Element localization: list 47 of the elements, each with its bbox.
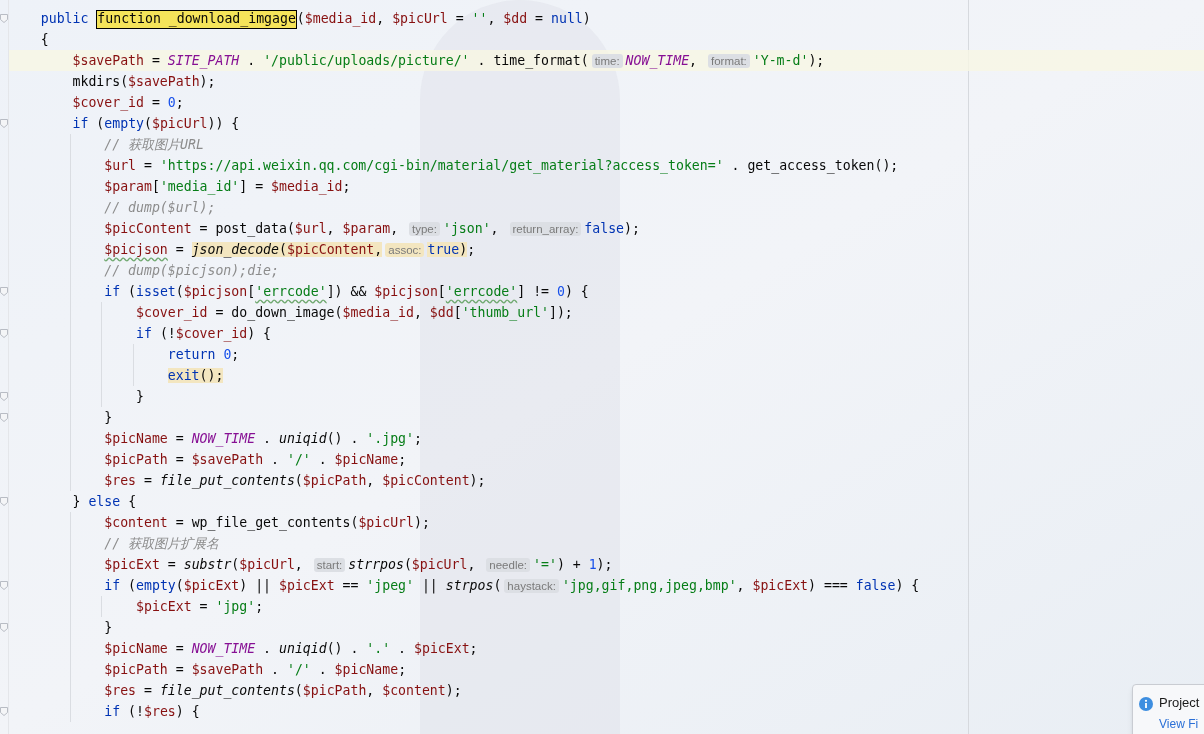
code-line: $picPath = $savePath . '/' . $picName; (103, 451, 407, 469)
code-line: $res = file_put_contents($picPath, $content); (103, 682, 462, 701)
code-line: } else { (71, 493, 137, 511)
fold-marker-icon[interactable] (0, 623, 8, 632)
code-line: $param['media_id'] = $media_id; (103, 178, 351, 197)
fold-marker-icon[interactable] (0, 413, 8, 422)
fold-marker-icon[interactable] (0, 497, 8, 506)
code-line: $picName = NOW_TIME . uniqid() . '.jpg'; (103, 430, 422, 449)
notification-link[interactable]: View Fi (1159, 716, 1200, 732)
code-line: return 0; (166, 346, 240, 364)
info-icon (1139, 697, 1153, 711)
fold-marker-icon[interactable] (0, 581, 8, 590)
code-line: $picPath = $savePath . '/' . $picName; (103, 661, 407, 679)
code-line: $picContent = post_data($url, $param, type: 'json', return_array: false); (103, 219, 640, 239)
fold-marker-icon[interactable] (0, 119, 8, 128)
code-line: exit(); (166, 367, 224, 385)
code-line: $savePath = SITE_PATH . '/public/uploads/picture/' . time_format( time: NOW_TIME, format: 'Y-m-d'); (71, 51, 825, 71)
code-line: $picExt = 'jpg'; (135, 598, 264, 616)
code-line: if (!$cover_id) { (135, 325, 272, 344)
code-line: // 获取图片扩展名 (103, 535, 220, 553)
code-line: } (103, 619, 113, 637)
code-line: $cover_id = 0; (71, 94, 184, 113)
code-line: { (39, 31, 49, 49)
code-line: if (!$res) { (103, 703, 200, 721)
code-line: $content = wp_file_get_contents($picUrl); (103, 514, 430, 533)
code-line: if (empty($picExt) || $picExt == 'jpeg' || strpos( haystack: 'jpg,gif,png,jpeg,bmp', $picExt) === false) { (103, 576, 920, 596)
code-line: // dump($url); (103, 199, 216, 217)
code-line: $picExt = substr($picUrl, start: strrpos($picUrl, needle: '=') + 1); (103, 555, 613, 574)
fold-marker-icon[interactable] (0, 14, 8, 23)
code-line: $url = 'https://api.weixin.qq.com/cgi-bin/material/get_material?access_token=' . get_access_token(); (103, 157, 899, 176)
code-line: // dump($picjson);die; (103, 262, 279, 280)
notification-title: Project (1159, 695, 1200, 711)
code-line: if (empty($picUrl)) { (71, 115, 240, 133)
fold-marker-icon[interactable] (0, 329, 8, 338)
code-line: if (isset($picjson['errcode']) && $picjson['errcode'] != 0) { (103, 283, 589, 301)
fold-marker-icon[interactable] (0, 287, 8, 296)
code-line: $res = file_put_contents($picPath, $picContent); (103, 472, 486, 491)
code-line: } (103, 409, 113, 427)
code-line: $picName = NOW_TIME . uniqid() . '.' . $picExt; (103, 640, 478, 659)
fold-marker-icon[interactable] (0, 707, 8, 716)
code-line: mkdirs($savePath); (71, 73, 216, 91)
code-line: } (135, 388, 144, 406)
code-line: // 获取图片URL (103, 136, 204, 154)
code-line: public function _download_imgage($media_id, $picUrl = '', $dd = null) (9, 8, 591, 29)
fold-marker-icon[interactable] (0, 392, 8, 401)
code-line: $cover_id = do_down_image($media_id, $dd['thumb_url']); (135, 304, 573, 323)
code-line: $picjson = json_decode($picContent, assoc: true); (103, 240, 476, 260)
